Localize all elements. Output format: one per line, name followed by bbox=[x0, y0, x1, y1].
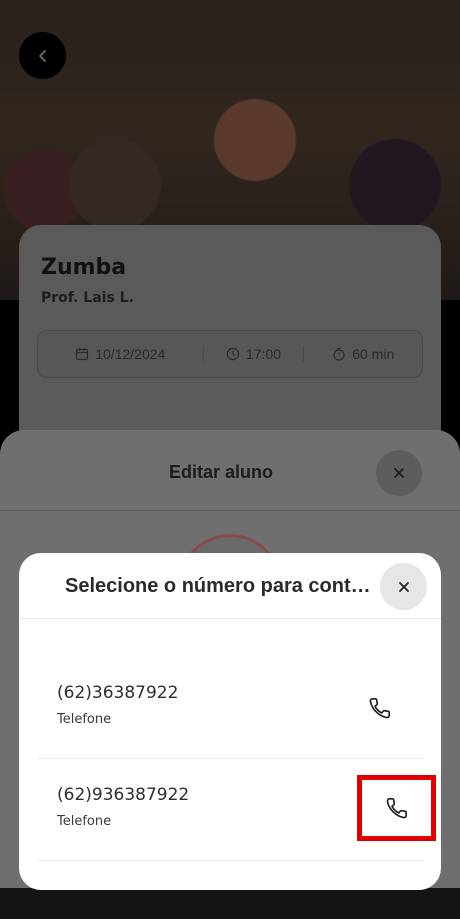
calendar-icon bbox=[76, 348, 89, 361]
clock-icon bbox=[226, 347, 240, 361]
class-time-text: 17:00 bbox=[245, 346, 282, 362]
contact-row: (62)936387922 Telefone bbox=[37, 761, 436, 861]
contact-modal-title: Selecione o número para contato bbox=[65, 575, 377, 597]
contact-number: (62)36387922 bbox=[57, 683, 179, 703]
bottom-bar bbox=[0, 888, 460, 919]
call-button-highlighted[interactable] bbox=[357, 775, 436, 841]
class-date-text: 10/12/2024 bbox=[95, 346, 166, 362]
class-duration-text: 60 min bbox=[352, 346, 395, 362]
contact-type: Telefone bbox=[57, 712, 112, 727]
chevron-left-icon bbox=[38, 49, 46, 62]
class-time: 17:00 bbox=[202, 346, 304, 362]
contact-select-modal: Selecione o número para contato (62)3638… bbox=[19, 553, 441, 890]
contact-modal-divider bbox=[19, 618, 441, 619]
back-button[interactable] bbox=[19, 32, 66, 79]
contact-row: (62)36387922 Telefone bbox=[37, 659, 423, 759]
contact-modal-close-button[interactable] bbox=[380, 563, 427, 610]
phone-icon bbox=[386, 797, 407, 819]
phone-icon bbox=[369, 697, 391, 719]
class-professor: Prof. Lais L. bbox=[41, 290, 134, 306]
class-info-bar: 10/12/2024 17:00 60 min bbox=[37, 330, 423, 378]
contact-number: (62)936387922 bbox=[57, 785, 190, 805]
edit-sheet-divider bbox=[0, 510, 460, 511]
class-date: 10/12/2024 bbox=[38, 346, 203, 362]
edit-close-button[interactable] bbox=[376, 450, 422, 496]
call-button[interactable] bbox=[363, 691, 397, 725]
close-icon bbox=[394, 468, 404, 478]
timer-icon bbox=[333, 347, 345, 361]
close-icon bbox=[398, 581, 409, 592]
class-duration: 60 min bbox=[303, 346, 422, 362]
class-title: Zumba bbox=[41, 255, 127, 280]
contact-type: Telefone bbox=[57, 814, 112, 829]
